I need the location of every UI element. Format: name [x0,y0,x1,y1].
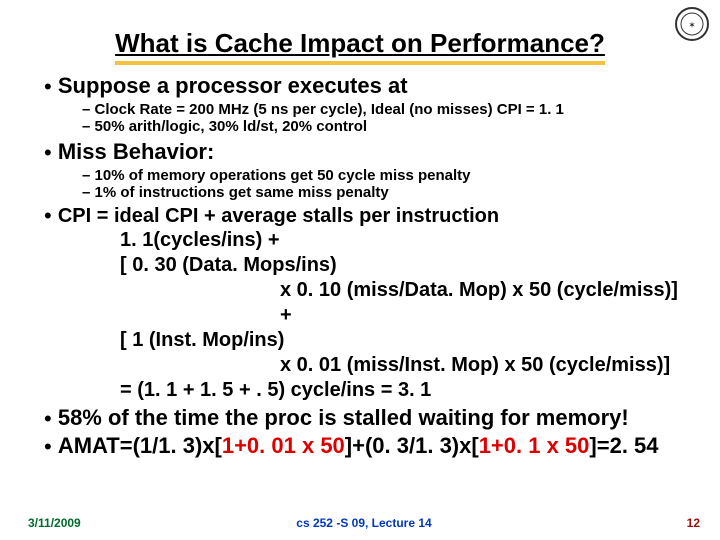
slide: ✶ What is Cache Impact on Performance? S… [0,0,720,540]
cpi-equation: 1. 1(cycles/ins) + [ 0. 30 (Data. Mops/i… [120,228,692,403]
amat-post: ]=2. 54 [589,433,658,458]
bullet-stall: 58% of the time the proc is stalled wait… [58,405,629,430]
cpi-line2: [ 0. 30 (Data. Mops/ins) [120,253,692,278]
university-seal-icon: ✶ [674,6,710,47]
bullet-miss: Miss Behavior: [58,139,215,164]
sub-miss1: 10% of memory operations get 50 cycle mi… [82,167,692,184]
cpi-line3: x 0. 10 (miss/Data. Mop) x 50 (cycle/mis… [280,278,692,328]
amat-pre: AMAT=(1/1. 3)x[ [58,433,222,458]
bullet-suppose: Suppose a processor executes at [58,73,408,98]
sub-mix: 50% arith/logic, 30% ld/st, 20% control [82,118,692,135]
cpi-line6: = (1. 1 + 1. 5 + . 5) cycle/ins = 3. 1 [120,378,692,403]
amat-red2: 1+0. 1 x 50 [479,433,590,458]
sub-clockrate: Clock Rate = 200 MHz (5 ns per cycle), I… [82,101,692,118]
bullet-amat: AMAT=(1/1. 3)x[1+0. 01 x 50]+(0. 3/1. 3)… [58,433,659,458]
miss-sublist: 10% of memory operations get 50 cycle mi… [82,167,692,201]
suppose-sublist: Clock Rate = 200 MHz (5 ns per cycle), I… [82,101,692,135]
footer-course: cs 252 -S 09, Lecture 14 [28,516,700,530]
cpi-line4: [ 1 (Inst. Mop/ins) [120,328,692,353]
cpi-line5: x 0. 01 (miss/Inst. Mop) x 50 (cycle/mis… [280,353,692,378]
title-wrap: What is Cache Impact on Performance? [28,28,692,65]
sub-miss2: 1% of instructions get same miss penalty [82,184,692,201]
svg-text:✶: ✶ [688,20,696,30]
bullet-cpi: CPI = ideal CPI + average stalls per ins… [58,205,499,227]
footer: 3/11/2009 cs 252 -S 09, Lecture 14 12 [28,516,700,530]
amat-mid: ]+(0. 3/1. 3)x[ [345,433,479,458]
cpi-line1: 1. 1(cycles/ins) + [120,228,692,253]
amat-red1: 1+0. 01 x 50 [222,433,345,458]
bullet-list: Suppose a processor executes at Clock Ra… [28,73,692,459]
footer-page: 12 [687,516,700,530]
slide-title: What is Cache Impact on Performance? [115,28,605,65]
